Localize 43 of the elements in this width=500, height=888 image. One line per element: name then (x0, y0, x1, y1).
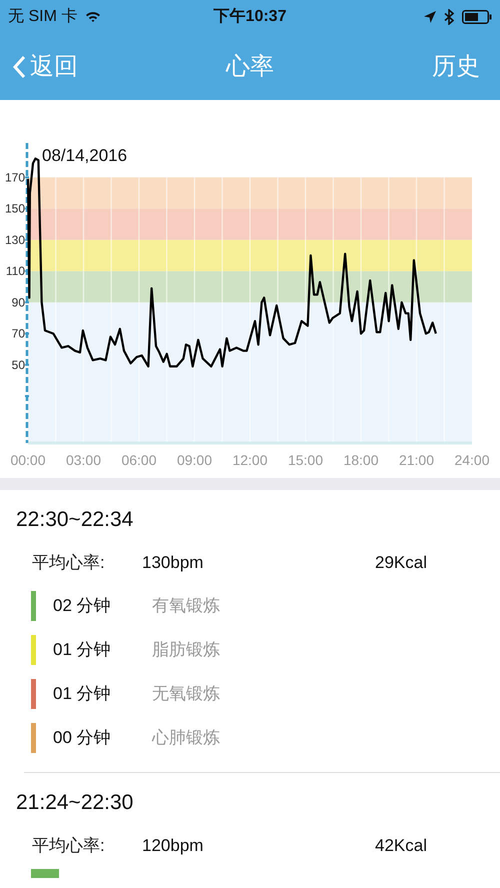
carrier-text: 无 SIM 卡 (8, 6, 78, 27)
calories-value: 29Kcal (375, 552, 427, 574)
axis-label: 18:00 (343, 452, 379, 468)
zone-duration: 01 分钟 (53, 639, 112, 662)
axis-label: 09:00 (176, 452, 212, 468)
chevron-left-icon (12, 55, 26, 79)
wifi-icon (85, 11, 102, 23)
axis-label: 50 (12, 358, 25, 372)
bluetooth-icon (444, 9, 454, 25)
zone-name: 脂肪锻炼 (152, 639, 220, 662)
zone-duration: 01 分钟 (53, 683, 112, 706)
clock-text: 下午10:37 (214, 6, 286, 27)
session-time: 21:24~22:30 (16, 791, 134, 814)
axis-label: 00:00 (10, 452, 46, 468)
axis-label: 24:00 (454, 452, 490, 468)
history-button[interactable]: 历史 (432, 49, 488, 85)
location-arrow-icon (424, 11, 436, 23)
axis-label: 170 (4, 170, 25, 184)
date-label: 08/14,2016 (42, 146, 128, 165)
axis-label: 90 (12, 295, 25, 310)
axis-label: 12:00 (232, 452, 268, 468)
axis-label: 21:00 (398, 452, 434, 468)
axis-label: 110 (6, 264, 25, 278)
calories-value: 42Kcal (375, 835, 427, 858)
axis-label: 03:00 (66, 452, 102, 468)
field-label: 平均心率: (32, 835, 106, 858)
axis-label: 130 (4, 232, 25, 247)
battery-icon (462, 10, 492, 24)
page-title: 心率 (226, 52, 274, 82)
zone-name: 心肺锻炼 (152, 727, 220, 750)
back-button[interactable]: 返回 (12, 49, 226, 85)
axis-label: 15:00 (288, 452, 324, 468)
field-label: 平均心率: (32, 552, 106, 574)
axis-label: 06:00 (121, 452, 157, 468)
zone-name: 有氧锻炼 (152, 595, 220, 618)
average-heart-rate: 120bpm (142, 835, 204, 858)
average-heart-rate: 130bpm (142, 552, 204, 574)
axis-label: 70 (12, 326, 25, 341)
zone-duration: 00 分钟 (53, 727, 112, 750)
axis-label: 150 (4, 202, 25, 216)
zone-duration: 02 分钟 (53, 595, 112, 618)
session-time: 22:30~22:34 (16, 508, 134, 531)
zone-name: 无氧锻炼 (152, 683, 220, 706)
